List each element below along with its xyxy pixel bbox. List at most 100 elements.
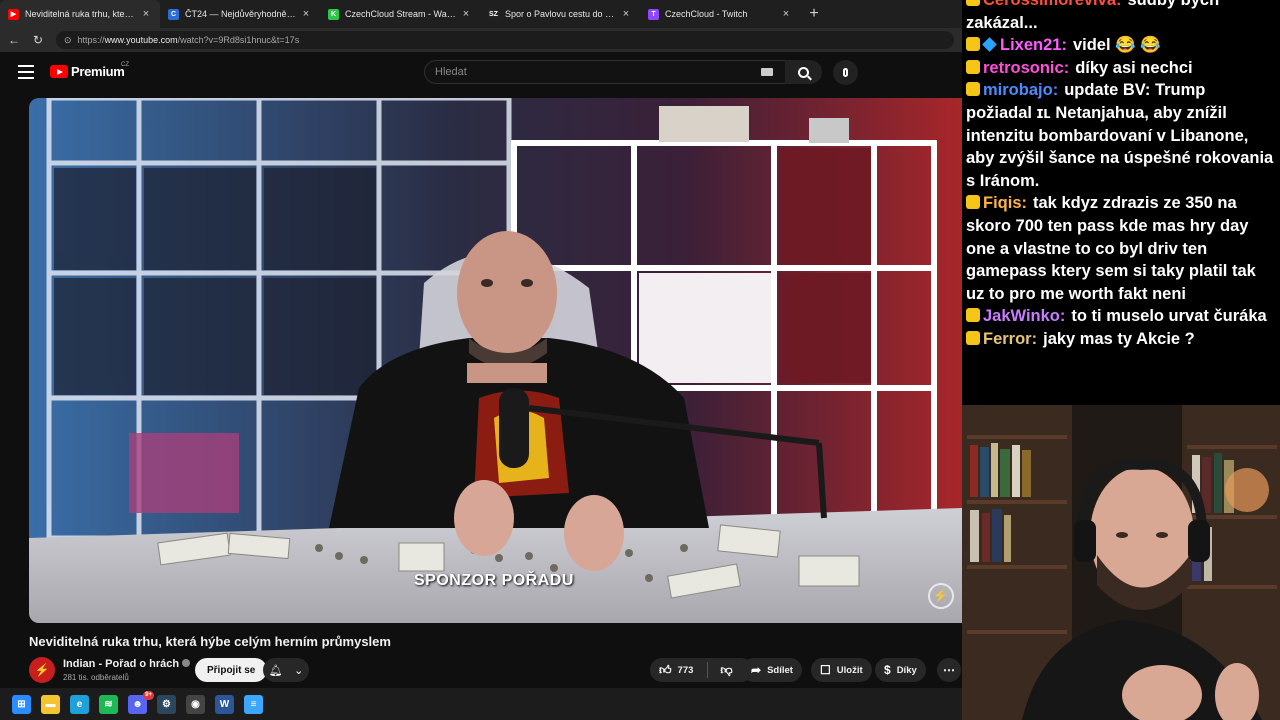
youtube-masthead: Premium CZ Hledat bbox=[0, 52, 962, 92]
chat-username-text: mirobajo bbox=[983, 81, 1053, 100]
channel-avatar[interactable]: ⚡ bbox=[29, 657, 55, 683]
tab-title: ČT24 — Nejdůvěryhodnější zprav bbox=[185, 9, 296, 19]
microphone-icon bbox=[843, 68, 848, 77]
notepad-icon[interactable]: ≡ bbox=[244, 694, 263, 714]
steam-icon[interactable]: ⚙ bbox=[157, 694, 176, 714]
subscriber-badge-icon[interactable] bbox=[966, 59, 980, 74]
webcam-frame bbox=[962, 405, 1280, 720]
edge-browser-icon[interactable]: e bbox=[70, 694, 89, 714]
subscriber-badge-icon[interactable] bbox=[966, 330, 980, 345]
prime-badge-icon[interactable] bbox=[982, 37, 997, 53]
menu-icon[interactable] bbox=[18, 65, 34, 79]
file-explorer-icon[interactable]: ▬ bbox=[41, 694, 60, 714]
like-icon[interactable]: 👍︎ bbox=[659, 663, 672, 678]
tab-favicon-icon: C bbox=[168, 8, 179, 20]
voice-search-button[interactable] bbox=[833, 60, 858, 85]
close-tab-icon[interactable]: × bbox=[140, 8, 152, 20]
chat-username[interactable]: mirobajo: bbox=[983, 81, 1058, 99]
tab-title: CzechCloud - Twitch bbox=[665, 9, 748, 19]
share-button[interactable]: ➦ Sdílet bbox=[742, 658, 802, 682]
browser-tab[interactable]: K CzechCloud Stream - Watch Live o × bbox=[320, 0, 480, 28]
thanks-button[interactable]: $ Díky bbox=[875, 658, 926, 682]
subscriber-badge-icon[interactable] bbox=[966, 37, 980, 52]
notifications-button[interactable]: 🔔︎ ⌄ bbox=[263, 658, 309, 682]
search-button[interactable] bbox=[785, 60, 822, 84]
browser-tab[interactable]: SZ Spor o Pavlovu cestu do NATO: „Ja × bbox=[480, 0, 640, 28]
video-player[interactable]: SPONZOR POŘADU ⚡ bbox=[29, 98, 962, 623]
video-title: Neviditelná ruka trhu, která hýbe celým … bbox=[29, 634, 391, 649]
chat-username[interactable]: JakWinko: bbox=[983, 307, 1065, 325]
youtube-page: Premium CZ Hledat SPONZOR POŘADU ⚡ Nevid… bbox=[0, 52, 962, 688]
tab-title: Spor o Pavlovu cestu do NATO: „Ja bbox=[505, 9, 616, 19]
dislike-icon[interactable]: 👎︎ bbox=[720, 663, 732, 678]
like-dislike-group: 👍︎ 773 👎︎ bbox=[650, 658, 753, 682]
chat-message: JakWinko: to ti muselo urvat čuráka bbox=[966, 305, 1274, 328]
back-button[interactable]: ← bbox=[4, 30, 24, 50]
super-thanks-icon: $ bbox=[884, 663, 891, 677]
more-actions-icon[interactable]: ⋯ bbox=[937, 658, 961, 682]
subscriber-badge-icon[interactable] bbox=[966, 195, 980, 210]
tab-title: Neviditelná ruka trhu, která hýbe c bbox=[25, 9, 136, 19]
chat-username[interactable]: Cerossimoreviva: bbox=[983, 0, 1122, 9]
video-frame bbox=[29, 98, 962, 623]
url-path: /watch?v=9Rd8si1hnuc&t=17s bbox=[177, 35, 300, 45]
chat-username-text: retrosonic bbox=[983, 58, 1064, 77]
chat-username[interactable]: Lixen21: bbox=[1000, 36, 1067, 54]
join-button[interactable]: Připojit se bbox=[195, 658, 268, 682]
chat-message: retrosonic: díky asi nechci bbox=[966, 57, 1274, 80]
chat-message: mirobajo: update BV: Trump požiadal ɪʟ Ne… bbox=[966, 79, 1274, 192]
spotify-icon[interactable]: ≋ bbox=[99, 694, 118, 714]
address-bar[interactable]: ⊙ https://www.youtube.com/watch?v=9Rd8si… bbox=[56, 31, 954, 49]
logo-text: Premium bbox=[71, 64, 125, 79]
video-caption: SPONZOR POŘADU bbox=[414, 572, 574, 589]
search-input[interactable]: Hledat bbox=[424, 60, 786, 84]
browser-tab[interactable]: T CzechCloud - Twitch × bbox=[640, 0, 800, 28]
chevron-down-icon: ⌄ bbox=[294, 664, 304, 677]
browser-tab[interactable]: C ČT24 — Nejdůvěryhodnější zprav × bbox=[160, 0, 320, 28]
chat-username[interactable]: retrosonic: bbox=[983, 59, 1069, 77]
like-count[interactable]: 773 bbox=[678, 665, 694, 676]
tab-favicon-icon: SZ bbox=[488, 8, 499, 20]
close-tab-icon[interactable]: × bbox=[300, 8, 312, 20]
subscriber-badge-icon[interactable] bbox=[966, 0, 980, 6]
discord-icon[interactable]: ☻ 9+ bbox=[128, 690, 154, 714]
chat-username[interactable]: Ferror: bbox=[983, 330, 1037, 348]
browser-tab[interactable]: ▶ Neviditelná ruka trhu, která hýbe c × bbox=[0, 0, 160, 28]
channel-row: ⚡ Indian - Pořad o hrách 281 tis. odběra… bbox=[29, 656, 962, 686]
save-button[interactable]: ☐ Uložit bbox=[811, 658, 872, 682]
browser-toolbar: ← ↻ ⊙ https://www.youtube.com/watch?v=9R… bbox=[0, 28, 962, 52]
obs-icon[interactable]: ◉ bbox=[186, 694, 205, 714]
youtube-logo[interactable]: Premium CZ bbox=[50, 62, 129, 79]
close-tab-icon[interactable]: × bbox=[780, 8, 792, 20]
word-icon[interactable]: W bbox=[215, 694, 234, 714]
chat-username-text: JakWinko bbox=[983, 307, 1060, 326]
subscriber-count: 281 tis. odběratelů bbox=[63, 673, 129, 682]
keyboard-icon[interactable] bbox=[761, 68, 773, 76]
subscriber-badge-icon[interactable] bbox=[966, 82, 980, 97]
chat-username-text: Fiqis bbox=[983, 194, 1022, 213]
channel-name[interactable]: Indian - Pořad o hrách bbox=[63, 658, 191, 670]
thanks-label: Díky bbox=[896, 664, 917, 676]
chat-username[interactable]: Fiqis: bbox=[983, 194, 1027, 212]
chat-message: Lixen21: videl 😂 😂 bbox=[966, 34, 1274, 57]
close-tab-icon[interactable]: × bbox=[460, 8, 472, 20]
reload-button[interactable]: ↻ bbox=[28, 30, 48, 50]
windows-start-icon[interactable]: ⊞ bbox=[12, 694, 31, 714]
save-playlist-icon: ☐ bbox=[820, 663, 831, 677]
url-prefix: https:// bbox=[77, 35, 105, 45]
chat-message-text: jaky mas ty Akcie ? bbox=[1043, 329, 1195, 348]
chat-message: Fiqis: tak kdyz zdrazis ze 350 na skoro 7… bbox=[966, 192, 1274, 305]
logo-region: CZ bbox=[121, 62, 129, 68]
chat-username-text: Cerossimoreviva bbox=[983, 0, 1116, 9]
search-placeholder: Hledat bbox=[435, 66, 467, 78]
subscriber-badge-icon[interactable] bbox=[966, 308, 980, 323]
verified-icon bbox=[182, 659, 191, 667]
share-label: Sdílet bbox=[767, 664, 793, 676]
site-info-icon[interactable]: ⊙ bbox=[64, 35, 72, 46]
chat-message-list: Cerossimoreviva: sudby bych zakázal... Lix… bbox=[966, 0, 1274, 351]
chat-username-text: Lixen21 bbox=[1000, 36, 1062, 55]
new-tab-button[interactable]: + bbox=[800, 0, 828, 28]
close-tab-icon[interactable]: × bbox=[620, 8, 632, 20]
channel-watermark-icon[interactable]: ⚡ bbox=[928, 583, 954, 609]
channel-name-text: Indian - Pořad o hrách bbox=[63, 658, 180, 670]
